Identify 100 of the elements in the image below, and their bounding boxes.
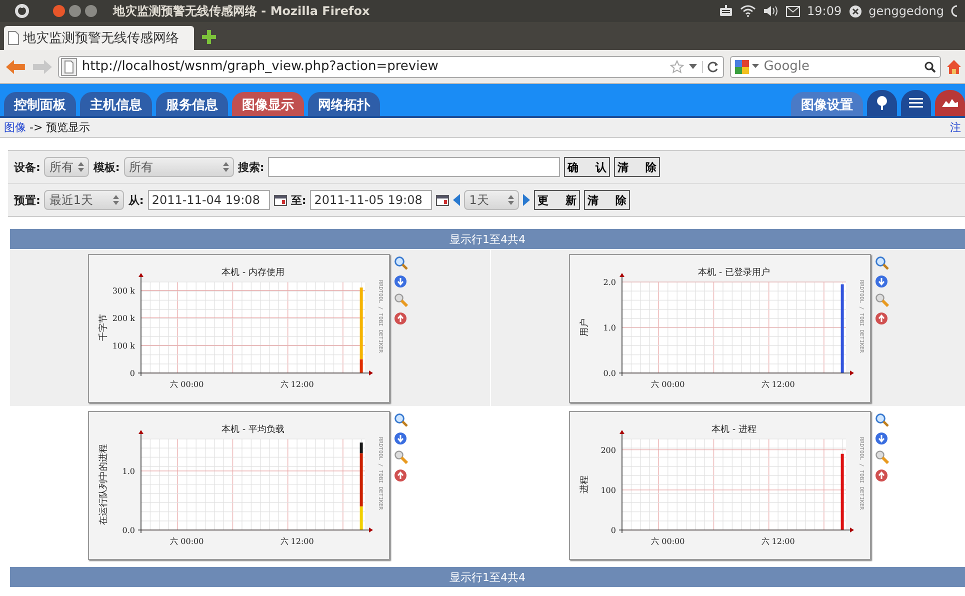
maximize-window-button[interactable] (85, 5, 97, 17)
tick-label: 六 00:00 (170, 380, 204, 388)
tick-label: 2.0 (603, 278, 616, 286)
tick-label: 0.0 (122, 526, 135, 534)
search-icon[interactable] (924, 60, 936, 72)
form-button[interactable]: 更 新 (534, 190, 580, 210)
device-select[interactable]: 所有 (44, 157, 90, 177)
nav-tab[interactable]: 控制面板 (4, 92, 76, 116)
search-input[interactable] (268, 157, 560, 177)
dropdown-icon[interactable] (752, 64, 759, 69)
clock-text[interactable]: 19:09 (807, 4, 842, 18)
wrench-icon[interactable] (394, 450, 408, 464)
down-circle-icon[interactable] (394, 432, 407, 445)
wrench-icon[interactable] (394, 293, 408, 307)
icon-tab[interactable] (901, 90, 931, 116)
keyboard-icon[interactable] (719, 5, 733, 17)
tick-label: 0 (610, 526, 616, 534)
form-button[interactable]: 清 除 (584, 190, 630, 210)
up-circle-icon[interactable] (875, 469, 888, 482)
updown-icon (113, 195, 120, 205)
icon-tab[interactable] (867, 90, 897, 116)
tick-label: 200 (600, 445, 616, 454)
wrench-icon[interactable] (875, 293, 889, 307)
google-logo-icon (734, 60, 749, 74)
nav-tab[interactable]: 服务信息 (156, 92, 228, 116)
tick-label: 200 k (112, 313, 135, 322)
new-tab-icon[interactable] (202, 30, 216, 44)
chart-title: 本机 - 已登录用户 (698, 268, 770, 278)
wrench-icon[interactable] (875, 450, 889, 464)
tick-label: 0.0 (603, 368, 616, 378)
field-label: 从: (128, 192, 144, 208)
dropdown-icon[interactable] (688, 64, 697, 70)
browser-tab[interactable]: 地灾监测预警无线传感网络 (4, 26, 194, 50)
template-select[interactable]: 所有 (124, 157, 234, 177)
ubuntu-logo-icon[interactable] (14, 3, 30, 19)
form-button[interactable]: 清 除 (614, 157, 660, 177)
form-button[interactable]: 确 认 (564, 157, 610, 177)
graph-icon (942, 99, 958, 107)
up-circle-icon[interactable] (394, 469, 407, 482)
tick-label: 六 12:00 (761, 536, 795, 546)
field-label: 搜索: (238, 160, 264, 174)
nav-tab[interactable]: 网络拓扑 (308, 92, 380, 116)
tick-label: 300 k (112, 286, 135, 295)
tick-label: 0 (130, 368, 135, 378)
chart-title: 本机 - 平均负载 (222, 424, 284, 434)
breadcrumb-link[interactable]: 图像 (4, 121, 26, 134)
right-arrow-icon[interactable] (523, 194, 530, 206)
down-circle-icon[interactable] (875, 432, 888, 445)
logout-link[interactable]: 注 (950, 120, 961, 135)
updown-icon (508, 195, 514, 205)
tab-title: 地灾监测预警无线传感网络 (23, 30, 179, 47)
timespan-select[interactable]: 1天 (464, 190, 520, 210)
close-window-button[interactable] (53, 5, 65, 17)
zoom-icon[interactable] (394, 413, 408, 427)
volume-icon[interactable] (763, 5, 779, 17)
tick-label: 六 00:00 (651, 536, 685, 546)
date-field[interactable]: 2011-11-04 19:08 (148, 190, 270, 210)
pager-bar: 显示行1至4共4 (10, 229, 965, 249)
home-icon[interactable] (947, 58, 961, 74)
y-axis-label: 进程 (580, 475, 590, 493)
tick-label: 六 12:00 (761, 380, 795, 388)
search-box[interactable]: Google (730, 56, 942, 78)
preset-select[interactable]: 最近1天 (44, 190, 124, 210)
mail-icon[interactable] (786, 6, 800, 16)
tick-label: 六 12:00 (280, 380, 314, 388)
nav-tab[interactable]: 主机信息 (80, 92, 152, 116)
zoom-icon[interactable] (875, 256, 889, 270)
url-text: http://localhost/wsnm/graph_view.php?action=preview (82, 59, 438, 74)
back-icon[interactable] (6, 58, 26, 74)
tick-label: 1.0 (603, 323, 616, 332)
url-field[interactable]: http://localhost/wsnm/graph_view.php?action=preview (58, 56, 724, 78)
down-circle-icon[interactable] (394, 275, 407, 288)
star-icon[interactable] (670, 60, 684, 74)
zoom-icon[interactable] (394, 256, 408, 270)
tick-label: 100 (600, 485, 616, 494)
window-title: 地灾监测预警无线传感网络 - Mozilla Firefox (113, 2, 370, 20)
icon-tab[interactable] (935, 90, 965, 116)
date-field[interactable]: 2011-11-05 19:08 (310, 190, 432, 210)
pager-bar: 显示行1至4共4 (10, 567, 965, 587)
user-name[interactable]: genggedong (868, 4, 944, 18)
zoom-icon[interactable] (875, 413, 889, 427)
down-circle-icon[interactable] (875, 275, 888, 288)
up-circle-icon[interactable] (394, 312, 407, 325)
calendar-icon[interactable] (436, 194, 450, 206)
field-label: 模板: (93, 160, 120, 174)
up-circle-icon[interactable] (875, 312, 888, 325)
user-status-icon[interactable] (848, 4, 862, 18)
y-axis-label: 在运行队列中的进程 (99, 444, 109, 524)
settings-tab[interactable]: 图像设置 (791, 92, 863, 116)
power-icon[interactable] (951, 4, 959, 18)
calendar-icon[interactable] (274, 194, 287, 206)
minimize-window-button[interactable] (69, 5, 81, 17)
page-icon (60, 58, 77, 76)
nav-tab[interactable]: 图像显示 (232, 92, 304, 116)
chart-title: 本机 - 内存使用 (222, 268, 284, 278)
left-arrow-icon[interactable] (453, 194, 460, 206)
field-label: 至: (290, 192, 306, 208)
wifi-icon[interactable] (740, 5, 756, 17)
updown-icon (222, 162, 229, 172)
tick-label: 六 12:00 (280, 536, 314, 546)
